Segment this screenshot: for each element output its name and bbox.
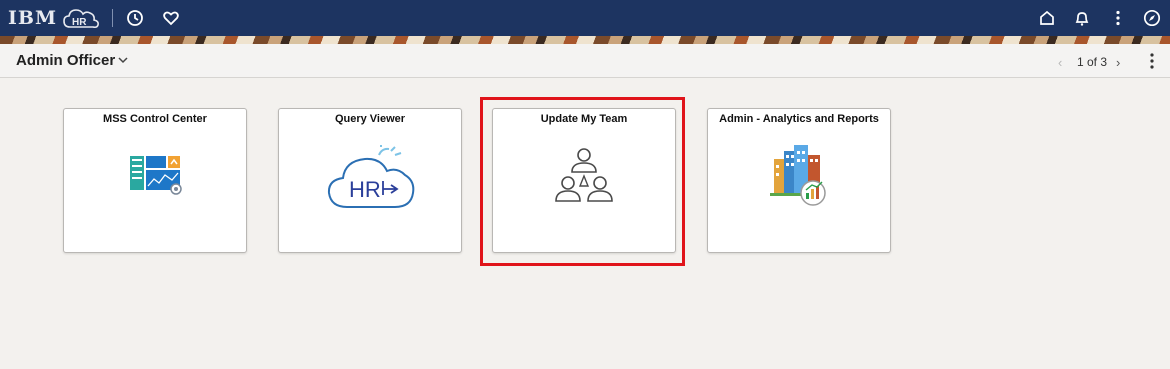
tile-mss-control-center[interactable]: MSS Control Center [63,108,247,253]
tile-title: MSS Control Center [103,113,207,125]
hr-cloud-icon: HR [327,145,415,208]
tile-update-my-team[interactable]: Update My Team [492,108,676,253]
heart-icon[interactable] [161,8,181,28]
tile-admin-analytics-reports[interactable]: Admin - Analytics and Reports [707,108,891,253]
chevron-down-icon[interactable] [118,56,128,64]
buildings-chart-icon [770,145,826,206]
pager-text: 1 of 3 [1077,55,1108,69]
tile-title: Admin - Analytics and Reports [719,113,879,125]
svg-text:HR: HR [349,177,381,202]
dashboard-icon [130,156,182,195]
tile-title: Query Viewer [334,113,406,125]
bell-icon[interactable] [1072,8,1092,28]
clock-icon[interactable] [125,8,145,28]
top-banner: IBM HR [0,0,1170,36]
hr-badge: HR [72,17,87,28]
kebab-menu-icon[interactable] [1108,8,1128,28]
page-header: Admin Officer ‹ 1 of 3 › [0,44,1170,78]
tile-title: Update My Team [540,113,628,125]
decorative-banner [0,36,1170,44]
pager-next-icon[interactable]: › [1116,55,1120,70]
ibm-logo: IBM [8,7,57,29]
tile-query-viewer[interactable]: Query Viewer HR [278,108,462,253]
actions-menu-icon[interactable] [1147,52,1157,70]
team-icon [555,148,613,202]
hr-cloud-logo-icon: HR [63,9,99,29]
home-icon[interactable] [1037,8,1057,28]
pager-prev-icon[interactable]: ‹ [1058,55,1062,70]
compass-icon[interactable] [1142,8,1162,28]
page-title[interactable]: Admin Officer [16,52,115,69]
divider [112,9,113,27]
